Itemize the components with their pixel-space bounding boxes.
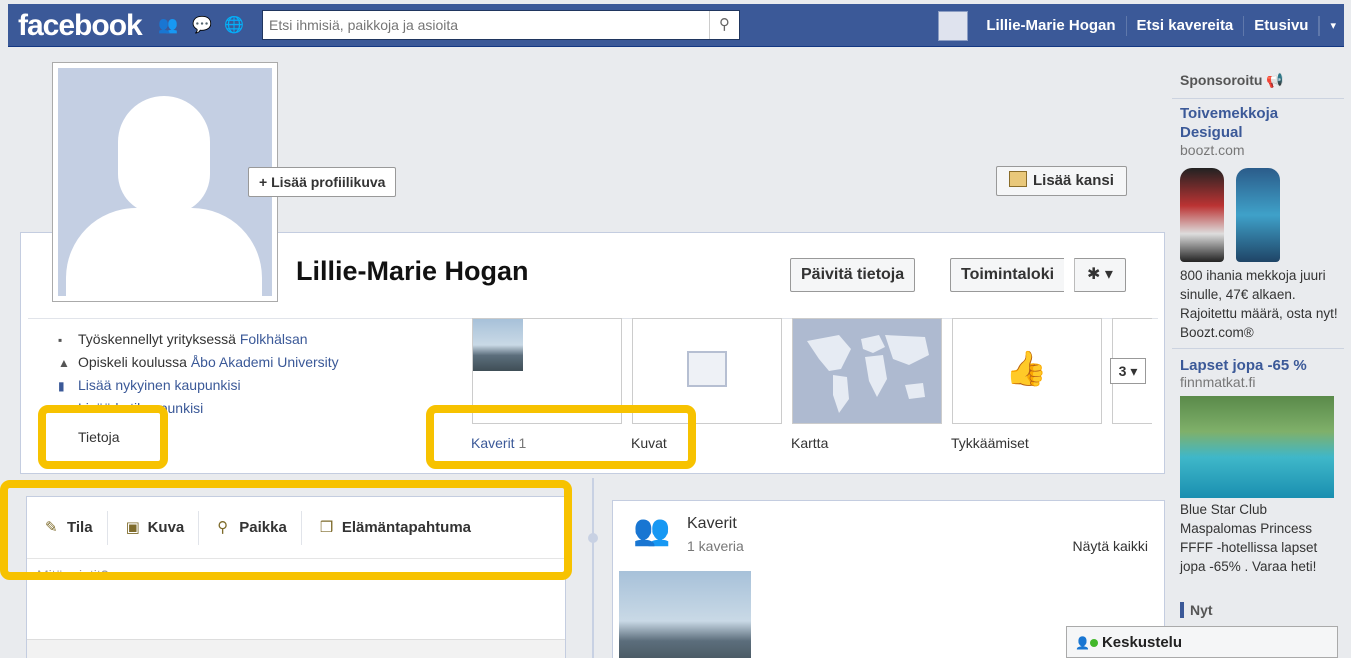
profile-link[interactable]: Lillie-Marie Hogan xyxy=(976,15,1127,36)
facebook-logo[interactable]: facebook xyxy=(18,9,143,43)
work-info: ▪ Työskennellyt yrityksessä Folkhälsan xyxy=(58,328,339,351)
add-profile-picture-button[interactable]: + Lisää profiilikuva xyxy=(248,167,397,197)
activity-log-button[interactable]: Toimintaloki xyxy=(950,258,1065,292)
add-cover-button[interactable]: Lisää kansi xyxy=(996,166,1127,196)
chat-status-icon: 👤 xyxy=(1075,636,1090,650)
find-friends-link[interactable]: Etsi kavereita xyxy=(1127,15,1245,36)
timeline-point xyxy=(588,533,598,543)
top-nav: Lillie-Marie Hogan Etsi kavereita Etusiv… xyxy=(938,4,1336,47)
likes-tile[interactable]: 👍 xyxy=(952,318,1102,424)
megaphone-icon: 📢 xyxy=(1266,72,1284,88)
search-bar: ⚲ xyxy=(262,10,740,40)
study-link[interactable]: Åbo Akademi University xyxy=(191,354,339,370)
graduation-cap-icon: ▲ xyxy=(58,356,70,370)
see-all-link[interactable]: Näytä kaikki xyxy=(1073,538,1148,554)
world-map-icon xyxy=(807,335,929,413)
ad2-title[interactable]: Lapset jopa -65 % xyxy=(1180,356,1307,375)
friend-thumbnail[interactable] xyxy=(619,571,751,658)
map-tile[interactable] xyxy=(792,318,942,424)
friends-icon: 👥 xyxy=(633,514,671,547)
friend-photo xyxy=(473,319,523,371)
work-link[interactable]: Folkhälsan xyxy=(240,331,308,347)
friend-requests-icon[interactable]: 👥 xyxy=(158,16,178,36)
top-bar: facebook 👥 💬 🌐 ⚲ Lillie-Marie Hogan Etsi… xyxy=(8,4,1344,47)
silhouette-placeholder xyxy=(58,68,272,296)
now-marker[interactable]: Nyt xyxy=(1180,602,1213,618)
ad1-image[interactable] xyxy=(1180,164,1280,264)
briefcase-icon: ▪ xyxy=(58,333,63,347)
ad1-text: 800 ihania mekkoja juuri sinulle, 47€ al… xyxy=(1180,268,1338,340)
photos-icon xyxy=(687,351,727,387)
sponsored-heading: Sponsoroitu 📢 xyxy=(1180,72,1284,88)
add-current-city[interactable]: ▮ Lisää nykyinen kaupunkisi xyxy=(58,374,339,397)
user-avatar[interactable] xyxy=(938,10,969,41)
chat-bar[interactable]: 👤 Keskustelu xyxy=(1066,626,1338,658)
ad2-url[interactable]: finnmatkat.fi xyxy=(1180,374,1255,390)
right-sidebar: Sponsoroitu 📢 Toivemekkoja Desigual booz… xyxy=(1172,60,1344,658)
divider xyxy=(1172,348,1344,349)
map-tile-label[interactable]: Kartta xyxy=(791,435,828,451)
ad2-image[interactable] xyxy=(1180,396,1334,498)
ad1-title[interactable]: Toivemekkoja Desigual xyxy=(1180,104,1320,142)
composer-footer xyxy=(27,639,565,658)
divider xyxy=(1172,98,1344,99)
timeline-spine xyxy=(592,478,594,658)
search-input[interactable] xyxy=(263,11,703,39)
friends-box-title[interactable]: Kaverit xyxy=(687,515,737,533)
account-menu-button[interactable]: ▾ xyxy=(1319,15,1336,36)
settings-gear-button[interactable]: ✱ ▾ xyxy=(1074,258,1126,292)
ad2-text: Blue Star Club Maspalomas Princess FFFF … xyxy=(1180,502,1318,574)
profile-picture[interactable] xyxy=(52,62,278,302)
messages-icon[interactable]: 💬 xyxy=(192,16,212,36)
highlight-box xyxy=(426,405,696,469)
thumbs-up-icon: 👍 xyxy=(1005,350,1048,388)
home-link[interactable]: Etusivu xyxy=(1244,15,1320,36)
likes-tile-label[interactable]: Tykkäämiset xyxy=(951,435,1029,451)
update-info-button[interactable]: Päivitä tietoja xyxy=(790,258,916,292)
city-icon: ▮ xyxy=(58,379,65,393)
study-info: ▲ Opiskeli koulussa Åbo Akademi Universit… xyxy=(58,351,339,374)
highlight-box xyxy=(38,405,168,469)
more-sections-button[interactable]: 3 ▾ xyxy=(1110,358,1146,384)
highlight-box xyxy=(0,480,572,580)
ad1-url[interactable]: boozt.com xyxy=(1180,142,1245,158)
profile-name: Lillie-Marie Hogan xyxy=(296,256,529,286)
cover-photo-icon xyxy=(1009,171,1027,187)
notifications-globe-icon[interactable]: 🌐 xyxy=(224,16,244,36)
search-icon[interactable]: ⚲ xyxy=(709,11,739,39)
friends-count: 1 kaveria xyxy=(687,538,744,554)
online-dot xyxy=(1089,639,1098,647)
